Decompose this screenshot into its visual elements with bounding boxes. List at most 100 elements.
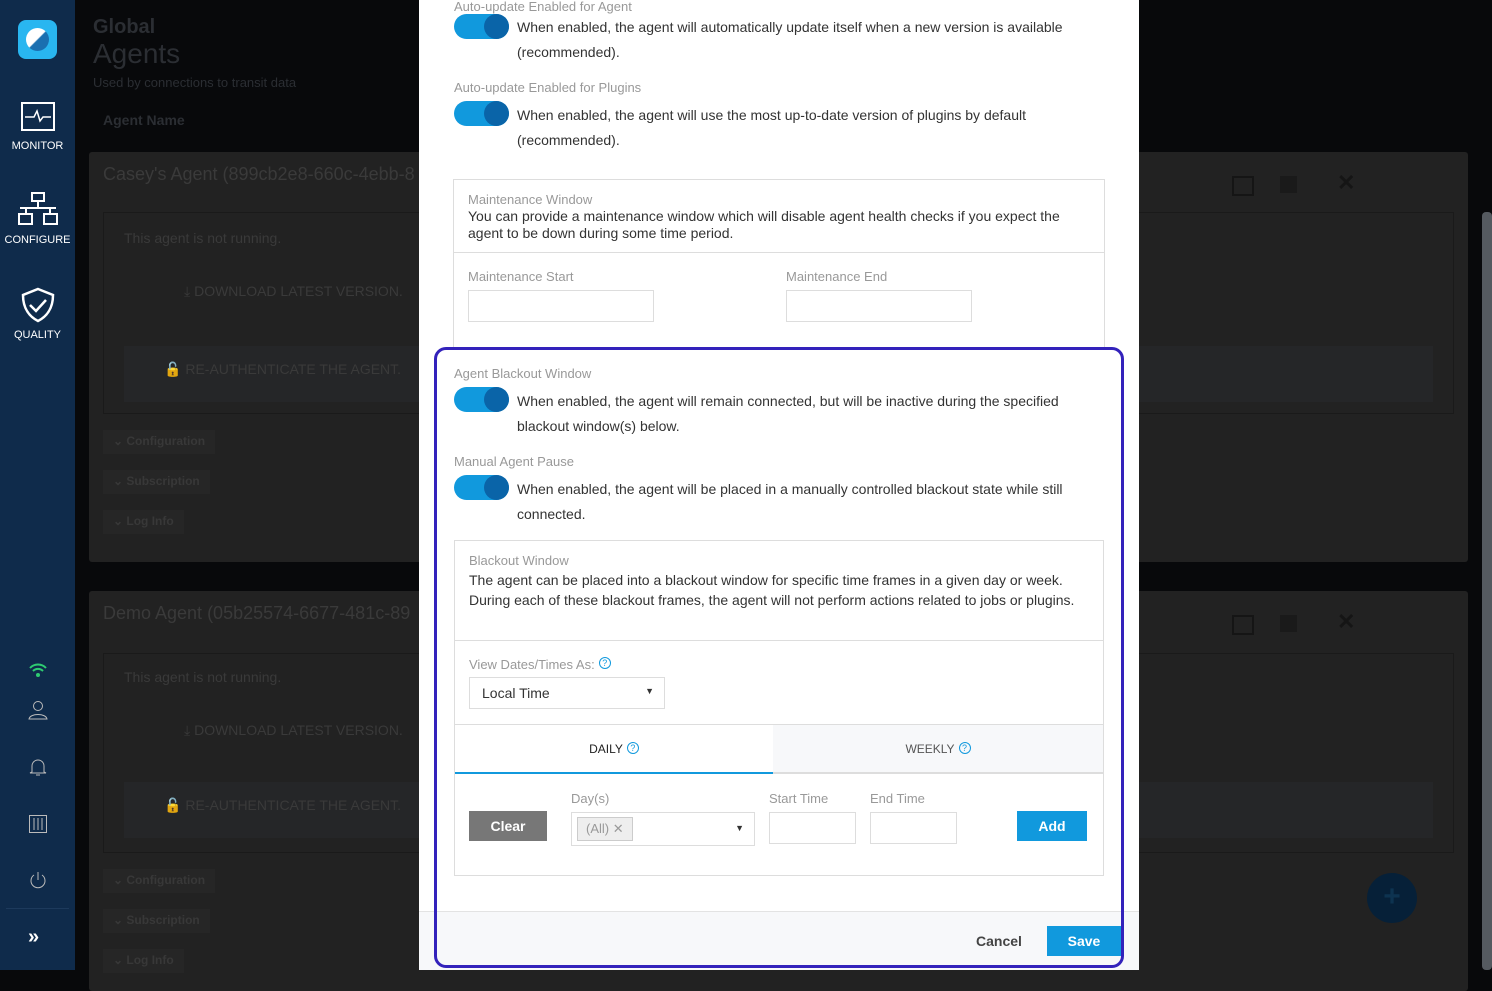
section-label: Subscription bbox=[126, 913, 200, 927]
status-text: This agent is not running. bbox=[124, 669, 282, 685]
help-icon[interactable]: ? bbox=[598, 657, 611, 669]
cancel-button[interactable]: Cancel bbox=[966, 926, 1032, 956]
divider bbox=[455, 640, 1103, 641]
blackout-title: Blackout Window bbox=[469, 553, 569, 568]
tab-weekly[interactable]: WEEKLY? bbox=[773, 725, 1103, 773]
network-icon bbox=[17, 192, 58, 225]
expand-icon[interactable]: » bbox=[28, 926, 39, 949]
remove-chip-icon[interactable]: ✕ bbox=[613, 821, 624, 836]
user-icon[interactable] bbox=[28, 700, 48, 720]
agent-name: Demo Agent (05b25574-6677-481c-89 bbox=[103, 603, 411, 623]
blackout-text: The agent can be placed into a blackout … bbox=[469, 572, 1075, 608]
divider bbox=[454, 252, 1104, 253]
auto-update-plugins-text: When enabled, the agent will use the mos… bbox=[517, 107, 1026, 148]
nav-configure[interactable]: CONFIGURE bbox=[0, 192, 75, 246]
manual-pause-toggle[interactable] bbox=[454, 475, 509, 500]
nav-label: MONITOR bbox=[11, 140, 64, 152]
maintenance-text: You can provide a maintenance window whi… bbox=[468, 208, 1060, 241]
blackout-window-text: When enabled, the agent will remain conn… bbox=[517, 393, 1059, 434]
clear-button[interactable]: Clear bbox=[469, 811, 547, 841]
auto-update-agent-label: Auto-update Enabled for Agent bbox=[454, 0, 632, 14]
section-subscription[interactable]: ⌄ Subscription bbox=[103, 909, 210, 933]
days-select[interactable]: (All) ✕ ▼ bbox=[571, 812, 755, 846]
section-log-info[interactable]: ⌄ Log Info bbox=[103, 949, 184, 973]
nav-label: CONFIGURE bbox=[4, 234, 71, 246]
section-configuration[interactable]: ⌄ Configuration bbox=[103, 430, 216, 454]
help-icon[interactable]: ? bbox=[626, 742, 639, 754]
view-as-label: View Dates/Times As:? bbox=[469, 657, 611, 672]
breadcrumb[interactable]: Global bbox=[93, 16, 155, 39]
delete-icon[interactable]: ✕ bbox=[1337, 609, 1355, 635]
wifi-icon[interactable] bbox=[28, 662, 48, 678]
download-button[interactable]: ⤓ DOWNLOAD LATEST VERSION. bbox=[184, 722, 403, 739]
blackout-window-panel: Blackout Window The agent can be placed … bbox=[454, 540, 1104, 876]
start-time-input[interactable] bbox=[769, 812, 856, 844]
nav-monitor[interactable]: MONITOR bbox=[0, 102, 75, 152]
end-time-input[interactable] bbox=[870, 812, 957, 844]
sidebar: MONITOR CONFIGURE QUALITY » bbox=[0, 0, 75, 970]
maintenance-title: Maintenance Window bbox=[468, 192, 593, 207]
caret-down-icon: ▼ bbox=[735, 823, 744, 833]
power-icon[interactable] bbox=[29, 871, 47, 889]
maintenance-start-label: Maintenance Start bbox=[468, 269, 574, 284]
scrollbar[interactable] bbox=[1482, 212, 1492, 970]
section-label: Log Info bbox=[126, 953, 174, 967]
manual-pause-text: When enabled, the agent will be placed i… bbox=[517, 481, 1063, 522]
section-configuration[interactable]: ⌄ Configuration bbox=[103, 869, 216, 893]
divider bbox=[6, 908, 69, 909]
shield-check-icon bbox=[21, 287, 54, 323]
delete-icon[interactable]: ✕ bbox=[1337, 170, 1355, 196]
app-logo[interactable] bbox=[18, 20, 57, 59]
bell-icon[interactable] bbox=[29, 757, 47, 777]
maintenance-end-input[interactable] bbox=[786, 290, 972, 322]
start-time-label: Start Time bbox=[769, 791, 829, 806]
section-label: Configuration bbox=[126, 873, 206, 887]
add-button[interactable]: Add bbox=[1017, 811, 1087, 841]
maintenance-start-input[interactable] bbox=[468, 290, 654, 322]
sliders-icon[interactable] bbox=[29, 815, 47, 833]
section-label: Subscription bbox=[126, 474, 200, 488]
auto-update-plugins-label: Auto-update Enabled for Plugins bbox=[454, 80, 642, 95]
blackout-window-label: Agent Blackout Window bbox=[454, 366, 592, 381]
days-label: Day(s) bbox=[571, 791, 610, 806]
view-as-value: Local Time bbox=[482, 685, 550, 701]
download-label: DOWNLOAD LATEST VERSION. bbox=[194, 283, 403, 299]
maintenance-end-label: Maintenance End bbox=[786, 269, 888, 284]
days-chip: (All) ✕ bbox=[577, 817, 633, 841]
add-agent-button[interactable]: + bbox=[1367, 873, 1417, 923]
auto-update-agent-text: When enabled, the agent will automatical… bbox=[517, 19, 1063, 60]
edit-icon[interactable] bbox=[1232, 176, 1254, 196]
help-icon[interactable]: ? bbox=[958, 742, 971, 754]
download-button[interactable]: ⤓ DOWNLOAD LATEST VERSION. bbox=[184, 283, 403, 300]
nav-label: QUALITY bbox=[13, 329, 62, 341]
tab-daily[interactable]: DAILY? bbox=[455, 725, 773, 774]
page-subtitle: Used by connections to transit data bbox=[93, 75, 297, 90]
nav-quality[interactable]: QUALITY bbox=[0, 287, 75, 341]
manual-pause-label: Manual Agent Pause bbox=[454, 454, 574, 469]
section-subscription[interactable]: ⌄ Subscription bbox=[103, 470, 210, 494]
agent-name: Casey's Agent (899cb2e8-660c-4ebb-8 bbox=[103, 164, 415, 184]
view-as-text: View Dates/Times As: bbox=[469, 657, 595, 672]
section-label: Log Info bbox=[126, 514, 174, 528]
chip-label: (All) bbox=[586, 821, 610, 836]
tab-bar: DAILY? WEEKLY? bbox=[455, 724, 1103, 774]
auto-update-agent-toggle[interactable] bbox=[454, 14, 509, 39]
stop-icon[interactable] bbox=[1280, 615, 1297, 632]
page-title: Agents bbox=[93, 38, 181, 69]
section-log-info[interactable]: ⌄ Log Info bbox=[103, 510, 184, 534]
status-text: This agent is not running. bbox=[124, 230, 282, 246]
save-button[interactable]: Save bbox=[1047, 926, 1121, 956]
view-as-select[interactable]: Local Time ▼ bbox=[469, 677, 665, 709]
tab-label: DAILY bbox=[589, 742, 623, 756]
stop-icon[interactable] bbox=[1280, 176, 1297, 193]
sort-agent-name[interactable]: Agent Name bbox=[103, 112, 185, 128]
blackout-window-toggle[interactable] bbox=[454, 387, 509, 412]
end-time-label: End Time bbox=[870, 791, 925, 806]
reauth-label: RE-AUTHENTICATE THE AGENT. bbox=[185, 361, 402, 377]
section-label: Configuration bbox=[126, 434, 206, 448]
monitor-icon bbox=[20, 102, 55, 131]
download-label: DOWNLOAD LATEST VERSION. bbox=[194, 722, 403, 738]
tab-label: WEEKLY bbox=[905, 742, 955, 756]
auto-update-plugins-toggle[interactable] bbox=[454, 101, 509, 126]
edit-icon[interactable] bbox=[1232, 615, 1254, 635]
